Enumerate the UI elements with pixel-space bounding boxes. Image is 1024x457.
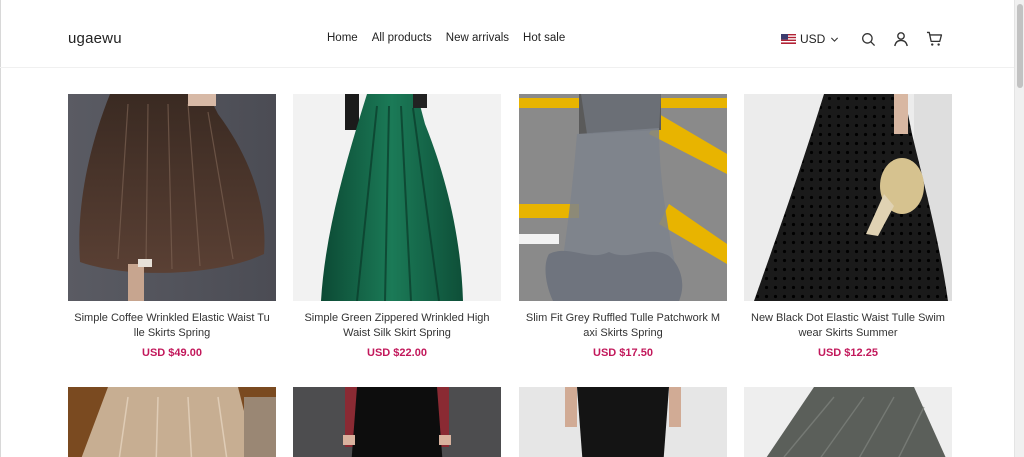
product-image[interactable] xyxy=(744,387,952,457)
currency-label: USD xyxy=(800,32,826,46)
nav-home[interactable]: Home xyxy=(327,32,358,44)
product-card[interactable]: New Black Dot Elastic Waist Tulle Swimwe… xyxy=(744,94,952,359)
scrollbar[interactable] xyxy=(1014,0,1024,457)
nav-hot-sale[interactable]: Hot sale xyxy=(523,32,565,44)
product-card[interactable]: Simple Coffee Wrinkled Elastic Waist Tul… xyxy=(68,94,276,359)
nav-all-products[interactable]: All products xyxy=(372,32,432,44)
cart-icon[interactable] xyxy=(925,30,943,48)
product-title[interactable]: Simple Green Zippered Wrinkled High Wais… xyxy=(299,311,495,341)
product-card[interactable] xyxy=(519,387,727,457)
product-card[interactable] xyxy=(293,387,501,457)
main-nav: Home All products New arrivals Hot sale xyxy=(327,32,565,44)
store-logo[interactable]: ugaewu xyxy=(68,30,122,47)
currency-selector[interactable]: USD xyxy=(781,32,839,46)
site-header: ugaewu Home All products New arrivals Ho… xyxy=(0,0,1014,68)
product-price: USD $12.25 xyxy=(818,347,878,359)
product-title[interactable]: New Black Dot Elastic Waist Tulle Swimwe… xyxy=(750,311,946,341)
nav-new-arrivals[interactable]: New arrivals xyxy=(446,32,509,44)
scrollbar-thumb[interactable] xyxy=(1017,4,1023,88)
product-image[interactable] xyxy=(293,94,501,301)
product-title[interactable]: Slim Fit Grey Ruffled Tulle Patchwork Ma… xyxy=(525,311,721,341)
search-icon[interactable] xyxy=(859,30,877,48)
product-image[interactable] xyxy=(68,94,276,301)
product-image[interactable] xyxy=(519,387,727,457)
product-image[interactable] xyxy=(744,94,952,301)
product-price: USD $17.50 xyxy=(593,347,653,359)
product-card[interactable]: Slim Fit Grey Ruffled Tulle Patchwork Ma… xyxy=(519,94,727,359)
product-image[interactable] xyxy=(293,387,501,457)
product-card[interactable] xyxy=(68,387,276,457)
chevron-down-icon xyxy=(831,37,839,42)
product-image[interactable] xyxy=(68,387,276,457)
product-card[interactable] xyxy=(744,387,952,457)
product-card[interactable]: Simple Green Zippered Wrinkled High Wais… xyxy=(293,94,501,359)
window-edge xyxy=(0,0,1,457)
product-title[interactable]: Simple Coffee Wrinkled Elastic Waist Tul… xyxy=(74,311,270,341)
us-flag-icon xyxy=(781,34,796,44)
header-tools: USD xyxy=(781,28,943,50)
account-icon[interactable] xyxy=(892,30,910,48)
product-price: USD $22.00 xyxy=(367,347,427,359)
product-price: USD $49.00 xyxy=(142,347,202,359)
product-image[interactable] xyxy=(519,94,727,301)
